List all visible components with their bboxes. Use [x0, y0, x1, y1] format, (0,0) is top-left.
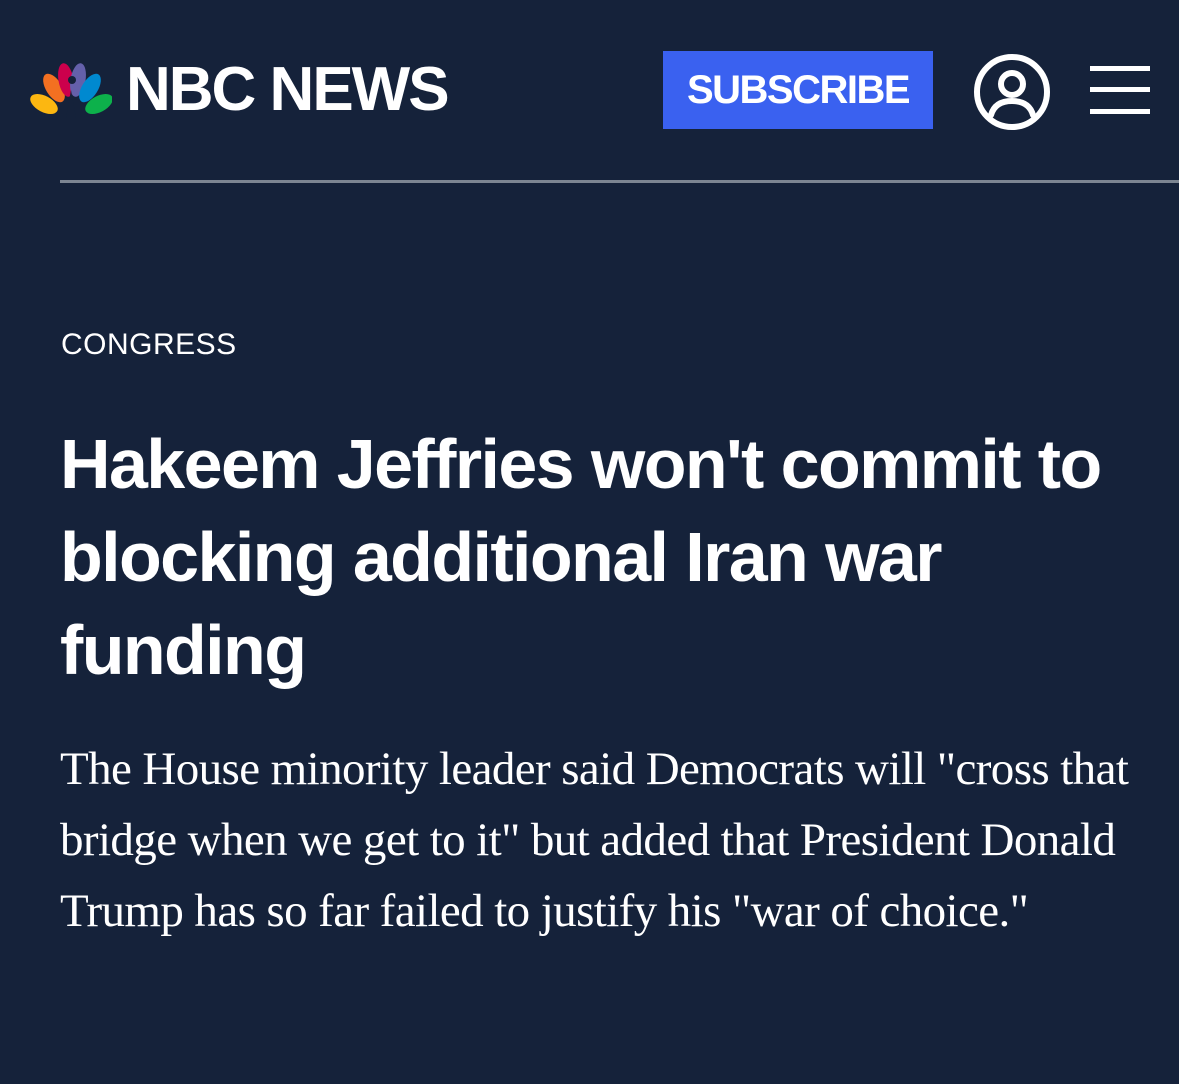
header-divider — [60, 180, 1179, 183]
user-circle-icon — [974, 54, 1050, 130]
hamburger-menu-icon — [1090, 66, 1150, 71]
hamburger-line — [1090, 87, 1150, 92]
menu-button[interactable] — [1090, 64, 1150, 116]
subscribe-button[interactable]: SUBSCRIBE — [663, 51, 933, 129]
section-label[interactable]: CONGRESS — [61, 327, 237, 363]
nbc-news-logo[interactable]: NBC NEWS — [30, 55, 450, 124]
peacock-logo-icon — [30, 63, 112, 118]
page: NBC NEWS SUBSCRIBE CONGRESS Hakeem Jeffr… — [0, 0, 1179, 1084]
hamburger-line — [1090, 109, 1150, 114]
site-header: NBC NEWS SUBSCRIBE — [0, 0, 1179, 183]
logo-wordmark: NBC NEWS — [126, 55, 450, 124]
account-button[interactable] — [973, 53, 1051, 131]
article-dek: The House minority leader said Democrats… — [60, 743, 1129, 937]
article-headline: Hakeem Jeffries won't commit to blocking… — [60, 425, 1102, 689]
